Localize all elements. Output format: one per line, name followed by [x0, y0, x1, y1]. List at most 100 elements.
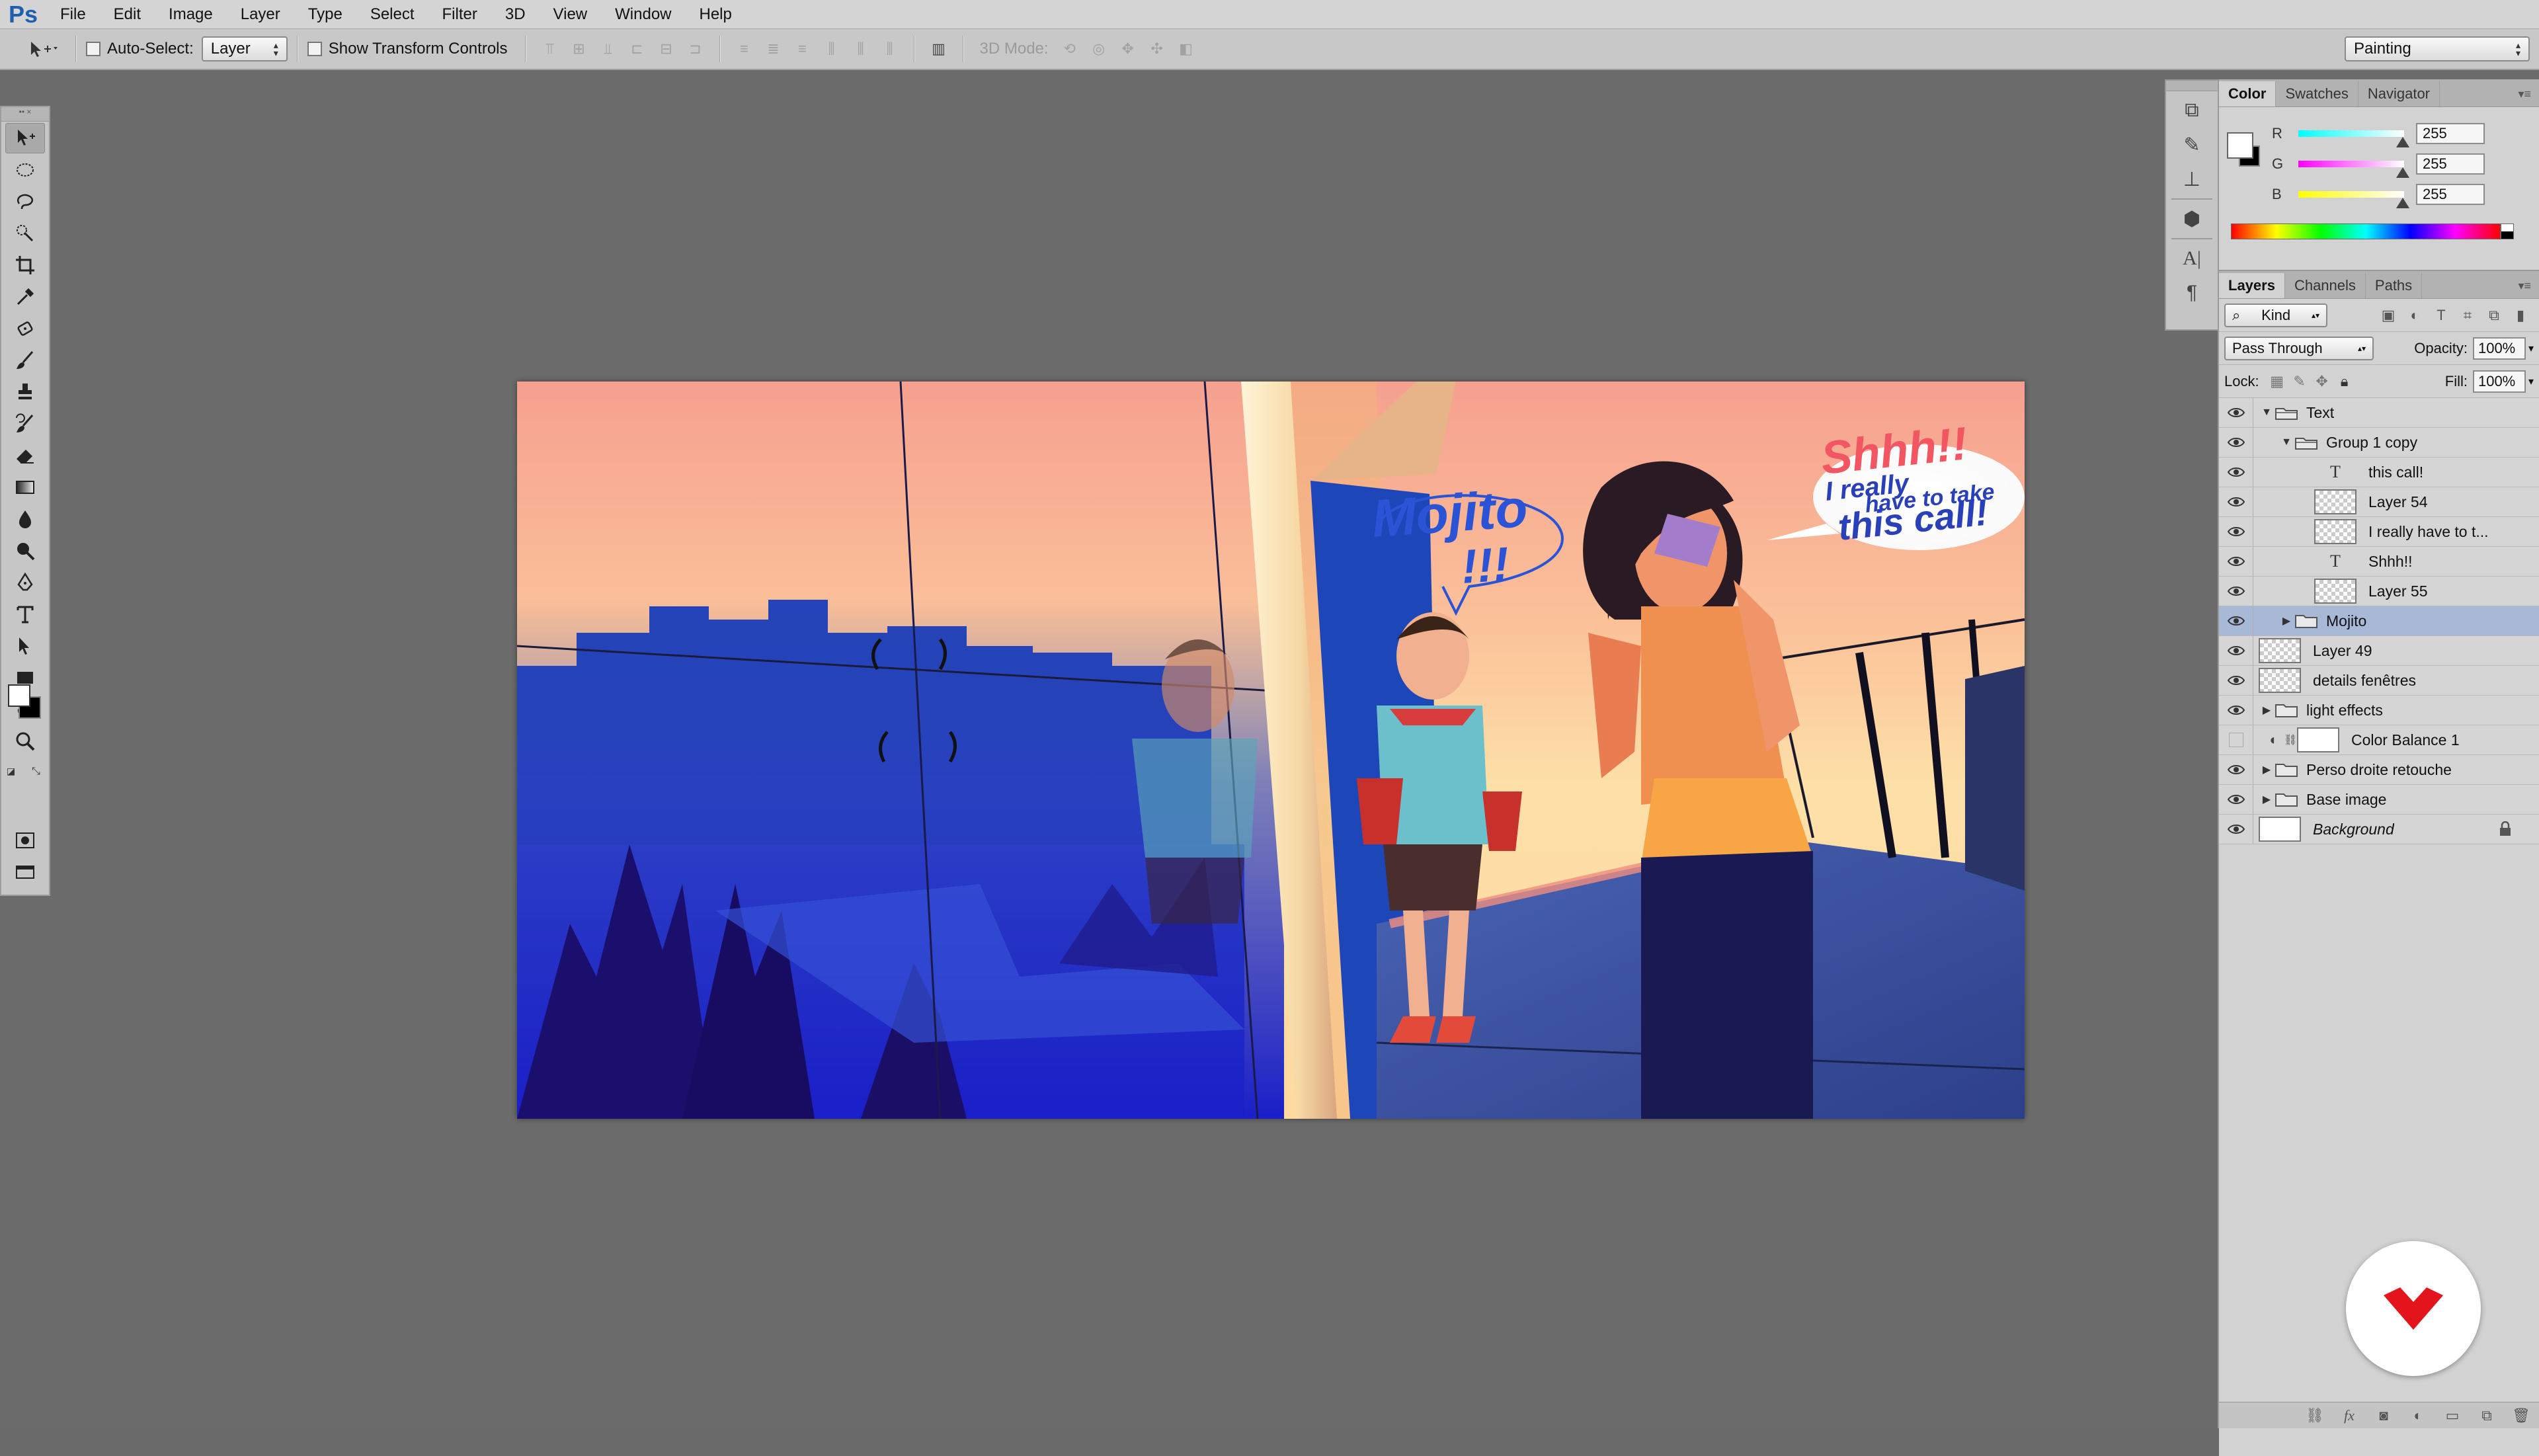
layer-mask-thumbnail[interactable] [2297, 727, 2339, 752]
document-canvas[interactable]: Mojito !!! Shhh!! I really have to take … [517, 382, 2025, 1119]
path-selection-tool[interactable] [5, 631, 45, 661]
expand-arrow-icon[interactable]: ▶ [2259, 704, 2275, 717]
blend-mode-dropdown[interactable]: Pass Through ▴▾ [2224, 336, 2374, 360]
show-transform-checkbox[interactable] [307, 42, 322, 56]
tab-color[interactable]: Color [2219, 81, 2277, 106]
layer-row[interactable]: details fenêtres [2219, 665, 2539, 696]
add-mask-icon[interactable]: ◙ [2374, 1406, 2394, 1425]
layer-row[interactable]: ▶ Perso droite retouche [2219, 754, 2539, 785]
3d-slide-icon[interactable]: ✣ [1143, 36, 1172, 62]
filter-type-icon[interactable]: T [2428, 303, 2454, 327]
layer-name[interactable]: Layer 54 [2368, 493, 2428, 511]
3d-scale-icon[interactable]: ◧ [1172, 36, 1201, 62]
slider-blue-value[interactable]: 255 [2416, 184, 2485, 205]
layer-thumbnail[interactable] [2259, 668, 2301, 693]
lock-transparent-icon[interactable]: ▦ [2266, 370, 2288, 393]
blur-tool[interactable] [5, 504, 45, 534]
new-adjustment-icon[interactable]: ◐ [2408, 1406, 2428, 1425]
tools-panel-grip[interactable]: •• × [1, 107, 49, 122]
layer-row[interactable]: Layer 55 [2219, 576, 2539, 606]
layer-name[interactable]: Layer 55 [2368, 583, 2428, 600]
visibility-toggle[interactable] [2219, 457, 2253, 487]
history-brush-tool[interactable] [5, 409, 45, 439]
visibility-toggle[interactable] [2219, 725, 2253, 755]
distribute-bottom-icon[interactable]: ≡ [788, 36, 817, 62]
layer-filter-kind-dropdown[interactable]: ⌕ Kind ▴▾ [2224, 303, 2327, 327]
visibility-toggle[interactable] [2219, 397, 2253, 428]
distribute-top-icon[interactable]: ≡ [730, 36, 759, 62]
panel-menu-icon[interactable]: ▾≡ [2510, 81, 2539, 106]
tab-swatches[interactable]: Swatches [2276, 81, 2358, 106]
menu-image[interactable]: Image [155, 0, 227, 29]
chain-link-icon[interactable]: ⛓ [2284, 733, 2297, 747]
menu-view[interactable]: View [540, 0, 602, 29]
menu-help[interactable]: Help [686, 0, 746, 29]
filter-toggle-icon[interactable]: ▮ [2507, 303, 2534, 327]
filter-smart-object-icon[interactable]: ⧉ [2481, 303, 2507, 327]
expand-arrow-icon[interactable]: ▶ [2259, 763, 2275, 776]
brush-tool[interactable] [5, 345, 45, 376]
menu-window[interactable]: Window [601, 0, 685, 29]
filter-shape-icon[interactable]: ⌗ [2454, 303, 2481, 327]
visibility-toggle[interactable] [2219, 487, 2253, 517]
clone-source-icon[interactable]: ⊥ [2172, 164, 2212, 194]
layer-name[interactable]: I really have to t... [2368, 523, 2489, 541]
slider-blue-thumb[interactable] [2396, 198, 2409, 208]
character-panel-icon[interactable]: A| [2172, 243, 2212, 274]
align-bottom-icon[interactable]: ⫫ [594, 36, 623, 62]
distribute-left-icon[interactable]: ⫼ [817, 36, 846, 62]
link-layers-icon[interactable]: ⛓ [2305, 1406, 2325, 1425]
slider-green-thumb[interactable] [2396, 167, 2409, 178]
lock-position-icon[interactable]: ✥ [2311, 370, 2333, 393]
align-left-icon[interactable]: ⊏ [623, 36, 652, 62]
panel-menu-icon[interactable]: ▾≡ [2510, 273, 2539, 298]
visibility-toggle[interactable] [2219, 754, 2253, 785]
layer-row[interactable]: ◐ ⛓ Color Balance 1 [2219, 725, 2539, 755]
visibility-toggle[interactable] [2219, 516, 2253, 547]
menu-filter[interactable]: Filter [428, 0, 491, 29]
visibility-toggle[interactable] [2219, 606, 2253, 636]
gradient-tool[interactable] [5, 472, 45, 503]
visibility-toggle[interactable] [2219, 427, 2253, 458]
black-white-ramp[interactable] [2501, 223, 2514, 239]
menu-type[interactable]: Type [294, 0, 356, 29]
layer-thumbnail[interactable] [2259, 638, 2301, 663]
eyedropper-tool[interactable] [5, 282, 45, 312]
align-vcenter-icon[interactable]: ⊞ [565, 36, 594, 62]
filter-adjustment-icon[interactable]: ◐ [2401, 303, 2428, 327]
visibility-toggle[interactable] [2219, 576, 2253, 606]
fill-arrow-icon[interactable]: ▾ [2528, 375, 2534, 388]
slider-blue-track[interactable] [2298, 191, 2409, 208]
layer-name[interactable]: light effects [2306, 702, 2383, 719]
new-group-icon[interactable]: ▭ [2442, 1406, 2462, 1425]
move-tool-preset-icon[interactable] [20, 36, 66, 62]
layer-name[interactable]: Group 1 copy [2326, 434, 2417, 452]
align-top-icon[interactable]: ⫪ [536, 36, 565, 62]
slider-green-track[interactable] [2298, 161, 2409, 178]
layer-row[interactable]: Background [2219, 814, 2539, 844]
tab-paths[interactable]: Paths [2366, 273, 2423, 298]
layer-thumbnail[interactable] [2314, 489, 2357, 514]
foreground-color-swatch[interactable] [8, 684, 30, 707]
workspace-dropdown[interactable]: Painting ▴ ▾ [2345, 36, 2530, 61]
new-layer-icon[interactable]: ⧉ [2477, 1406, 2497, 1425]
menu-select[interactable]: Select [356, 0, 428, 29]
layer-row[interactable]: Layer 49 [2219, 635, 2539, 666]
move-tool[interactable] [5, 123, 45, 153]
layer-thumbnail[interactable] [2259, 817, 2301, 842]
crop-tool[interactable] [5, 250, 45, 280]
3d-drag-icon[interactable]: ✥ [1113, 36, 1143, 62]
history-panel-icon[interactable]: ⧉ [2172, 95, 2212, 126]
visibility-toggle[interactable] [2219, 546, 2253, 577]
dodge-tool[interactable] [5, 536, 45, 566]
color-spectrum-ramp[interactable] [2231, 223, 2501, 239]
distribute-hcenter-icon[interactable]: ⫼ [846, 36, 875, 62]
filter-pixel-icon[interactable]: ▣ [2375, 303, 2401, 327]
layer-row[interactable]: T Shhh!! [2219, 546, 2539, 577]
collapse-arrow-icon[interactable]: ▼ [2278, 436, 2294, 448]
slider-red-track[interactable] [2298, 130, 2409, 147]
layer-name[interactable]: Color Balance 1 [2351, 731, 2460, 749]
auto-align-icon[interactable]: ▥ [924, 36, 953, 62]
fx-icon[interactable]: fx [2339, 1406, 2359, 1425]
layer-name[interactable]: Background [2313, 821, 2394, 838]
